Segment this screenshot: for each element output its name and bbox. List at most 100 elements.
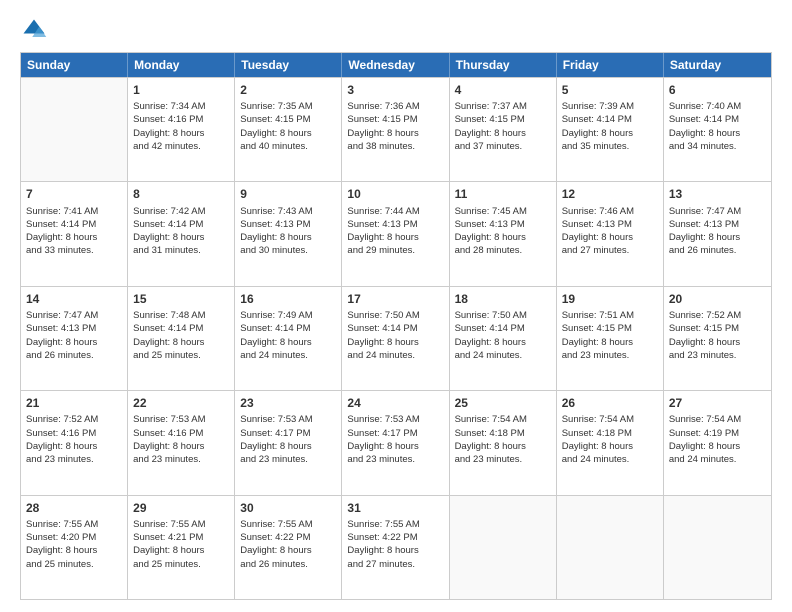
day-info: Sunrise: 7:44 AM Sunset: 4:13 PM Dayligh… — [347, 205, 443, 258]
day-info: Sunrise: 7:50 AM Sunset: 4:14 PM Dayligh… — [455, 309, 551, 362]
day-number: 30 — [240, 500, 336, 516]
day-info: Sunrise: 7:55 AM Sunset: 4:20 PM Dayligh… — [26, 518, 122, 571]
table-row: 4Sunrise: 7:37 AM Sunset: 4:15 PM Daylig… — [450, 78, 557, 181]
day-number: 1 — [133, 82, 229, 98]
table-row: 27 Sunrise: 7:54 AM Sunset: 4:19 PM Dayli… — [664, 391, 771, 494]
table-row: 9Sunrise: 7:43 AM Sunset: 4:13 PM Daylig… — [235, 182, 342, 285]
table-row: 6Sunrise: 7:40 AM Sunset: 4:14 PM Daylig… — [664, 78, 771, 181]
day-info: Sunrise: 7:39 AM Sunset: 4:14 PM Dayligh… — [562, 100, 658, 153]
table-row: 22 Sunrise: 7:53 AM Sunset: 4:16 PM Dayli… — [128, 391, 235, 494]
calendar-week-3: 14Sunrise: 7:47 AM Sunset: 4:13 PM Dayli… — [21, 286, 771, 390]
calendar-week-4: 21 Sunrise: 7:52 AM Sunset: 4:16 PM Dayli… — [21, 390, 771, 494]
header — [20, 16, 772, 44]
day-info: Sunrise: 7:55 AM Sunset: 4:21 PM Dayligh… — [133, 518, 229, 571]
header-day-wednesday: Wednesday — [342, 53, 449, 77]
table-row: 19 Sunrise: 7:51 AM Sunset: 4:15 PM Dayli… — [557, 287, 664, 390]
day-number: 26 — [562, 395, 658, 411]
day-number: 15 — [133, 291, 229, 307]
day-number: 19 — [562, 291, 658, 307]
day-info: Sunrise: 7:40 AM Sunset: 4:14 PM Dayligh… — [669, 100, 766, 153]
day-info: Sunrise: 7:47 AM Sunset: 4:13 PM Dayligh… — [669, 205, 766, 258]
table-row: 11 Sunrise: 7:45 AM Sunset: 4:13 PM Dayli… — [450, 182, 557, 285]
day-number: 14 — [26, 291, 122, 307]
day-number: 8 — [133, 186, 229, 202]
table-row: 16 Sunrise: 7:49 AM Sunset: 4:14 PM Dayli… — [235, 287, 342, 390]
table-row: 12 Sunrise: 7:46 AM Sunset: 4:13 PM Dayli… — [557, 182, 664, 285]
table-row: 8 Sunrise: 7:42 AM Sunset: 4:14 PM Daylig… — [128, 182, 235, 285]
table-row: 29 Sunrise: 7:55 AM Sunset: 4:21 PM Dayli… — [128, 496, 235, 599]
day-info: Sunrise: 7:34 AM Sunset: 4:16 PM Dayligh… — [133, 100, 229, 153]
day-number: 10 — [347, 186, 443, 202]
day-number: 20 — [669, 291, 766, 307]
calendar-body: 1 Sunrise: 7:34 AM Sunset: 4:16 PM Daylig… — [21, 77, 771, 599]
day-number: 25 — [455, 395, 551, 411]
table-row: 21 Sunrise: 7:52 AM Sunset: 4:16 PM Dayli… — [21, 391, 128, 494]
day-number: 12 — [562, 186, 658, 202]
day-info: Sunrise: 7:54 AM Sunset: 4:18 PM Dayligh… — [562, 413, 658, 466]
table-row: 30 Sunrise: 7:55 AM Sunset: 4:22 PM Dayli… — [235, 496, 342, 599]
table-row: 15 Sunrise: 7:48 AM Sunset: 4:14 PM Dayli… — [128, 287, 235, 390]
header-day-friday: Friday — [557, 53, 664, 77]
day-number: 31 — [347, 500, 443, 516]
day-info: Sunrise: 7:54 AM Sunset: 4:19 PM Dayligh… — [669, 413, 766, 466]
table-row: 18 Sunrise: 7:50 AM Sunset: 4:14 PM Dayli… — [450, 287, 557, 390]
table-row: 24 Sunrise: 7:53 AM Sunset: 4:17 PM Dayli… — [342, 391, 449, 494]
day-number: 22 — [133, 395, 229, 411]
table-row — [21, 78, 128, 181]
day-info: Sunrise: 7:42 AM Sunset: 4:14 PM Dayligh… — [133, 205, 229, 258]
table-row — [450, 496, 557, 599]
day-number: 18 — [455, 291, 551, 307]
table-row: 14Sunrise: 7:47 AM Sunset: 4:13 PM Dayli… — [21, 287, 128, 390]
day-info: Sunrise: 7:52 AM Sunset: 4:15 PM Dayligh… — [669, 309, 766, 362]
day-number: 5 — [562, 82, 658, 98]
table-row: 17Sunrise: 7:50 AM Sunset: 4:14 PM Dayli… — [342, 287, 449, 390]
day-number: 29 — [133, 500, 229, 516]
day-info: Sunrise: 7:48 AM Sunset: 4:14 PM Dayligh… — [133, 309, 229, 362]
day-info: Sunrise: 7:37 AM Sunset: 4:15 PM Dayligh… — [455, 100, 551, 153]
day-info: Sunrise: 7:35 AM Sunset: 4:15 PM Dayligh… — [240, 100, 336, 153]
table-row: 2 Sunrise: 7:35 AM Sunset: 4:15 PM Daylig… — [235, 78, 342, 181]
table-row: 10 Sunrise: 7:44 AM Sunset: 4:13 PM Dayli… — [342, 182, 449, 285]
logo-icon — [20, 16, 48, 44]
day-number: 11 — [455, 186, 551, 202]
table-row: 1 Sunrise: 7:34 AM Sunset: 4:16 PM Daylig… — [128, 78, 235, 181]
table-row — [557, 496, 664, 599]
day-info: Sunrise: 7:41 AM Sunset: 4:14 PM Dayligh… — [26, 205, 122, 258]
day-info: Sunrise: 7:54 AM Sunset: 4:18 PM Dayligh… — [455, 413, 551, 466]
day-info: Sunrise: 7:55 AM Sunset: 4:22 PM Dayligh… — [347, 518, 443, 571]
day-number: 16 — [240, 291, 336, 307]
table-row: 26 Sunrise: 7:54 AM Sunset: 4:18 PM Dayli… — [557, 391, 664, 494]
table-row: 25 Sunrise: 7:54 AM Sunset: 4:18 PM Dayli… — [450, 391, 557, 494]
day-info: Sunrise: 7:53 AM Sunset: 4:16 PM Dayligh… — [133, 413, 229, 466]
day-number: 13 — [669, 186, 766, 202]
day-info: Sunrise: 7:53 AM Sunset: 4:17 PM Dayligh… — [240, 413, 336, 466]
day-number: 23 — [240, 395, 336, 411]
day-number: 3 — [347, 82, 443, 98]
table-row: 23 Sunrise: 7:53 AM Sunset: 4:17 PM Dayli… — [235, 391, 342, 494]
table-row: 28Sunrise: 7:55 AM Sunset: 4:20 PM Dayli… — [21, 496, 128, 599]
day-info: Sunrise: 7:49 AM Sunset: 4:14 PM Dayligh… — [240, 309, 336, 362]
page: SundayMondayTuesdayWednesdayThursdayFrid… — [0, 0, 792, 612]
calendar-week-5: 28Sunrise: 7:55 AM Sunset: 4:20 PM Dayli… — [21, 495, 771, 599]
table-row: 20 Sunrise: 7:52 AM Sunset: 4:15 PM Dayli… — [664, 287, 771, 390]
day-number: 7 — [26, 186, 122, 202]
calendar-header: SundayMondayTuesdayWednesdayThursdayFrid… — [21, 53, 771, 77]
table-row: 31 Sunrise: 7:55 AM Sunset: 4:22 PM Dayli… — [342, 496, 449, 599]
table-row: 5 Sunrise: 7:39 AM Sunset: 4:14 PM Daylig… — [557, 78, 664, 181]
day-number: 21 — [26, 395, 122, 411]
table-row: 13 Sunrise: 7:47 AM Sunset: 4:13 PM Dayli… — [664, 182, 771, 285]
day-info: Sunrise: 7:45 AM Sunset: 4:13 PM Dayligh… — [455, 205, 551, 258]
calendar-week-1: 1 Sunrise: 7:34 AM Sunset: 4:16 PM Daylig… — [21, 77, 771, 181]
calendar-week-2: 7 Sunrise: 7:41 AM Sunset: 4:14 PM Daylig… — [21, 181, 771, 285]
day-number: 24 — [347, 395, 443, 411]
table-row: 7 Sunrise: 7:41 AM Sunset: 4:14 PM Daylig… — [21, 182, 128, 285]
table-row — [664, 496, 771, 599]
day-info: Sunrise: 7:46 AM Sunset: 4:13 PM Dayligh… — [562, 205, 658, 258]
day-info: Sunrise: 7:55 AM Sunset: 4:22 PM Dayligh… — [240, 518, 336, 571]
header-day-monday: Monday — [128, 53, 235, 77]
day-number: 27 — [669, 395, 766, 411]
day-number: 2 — [240, 82, 336, 98]
day-info: Sunrise: 7:53 AM Sunset: 4:17 PM Dayligh… — [347, 413, 443, 466]
day-info: Sunrise: 7:51 AM Sunset: 4:15 PM Dayligh… — [562, 309, 658, 362]
day-info: Sunrise: 7:52 AM Sunset: 4:16 PM Dayligh… — [26, 413, 122, 466]
